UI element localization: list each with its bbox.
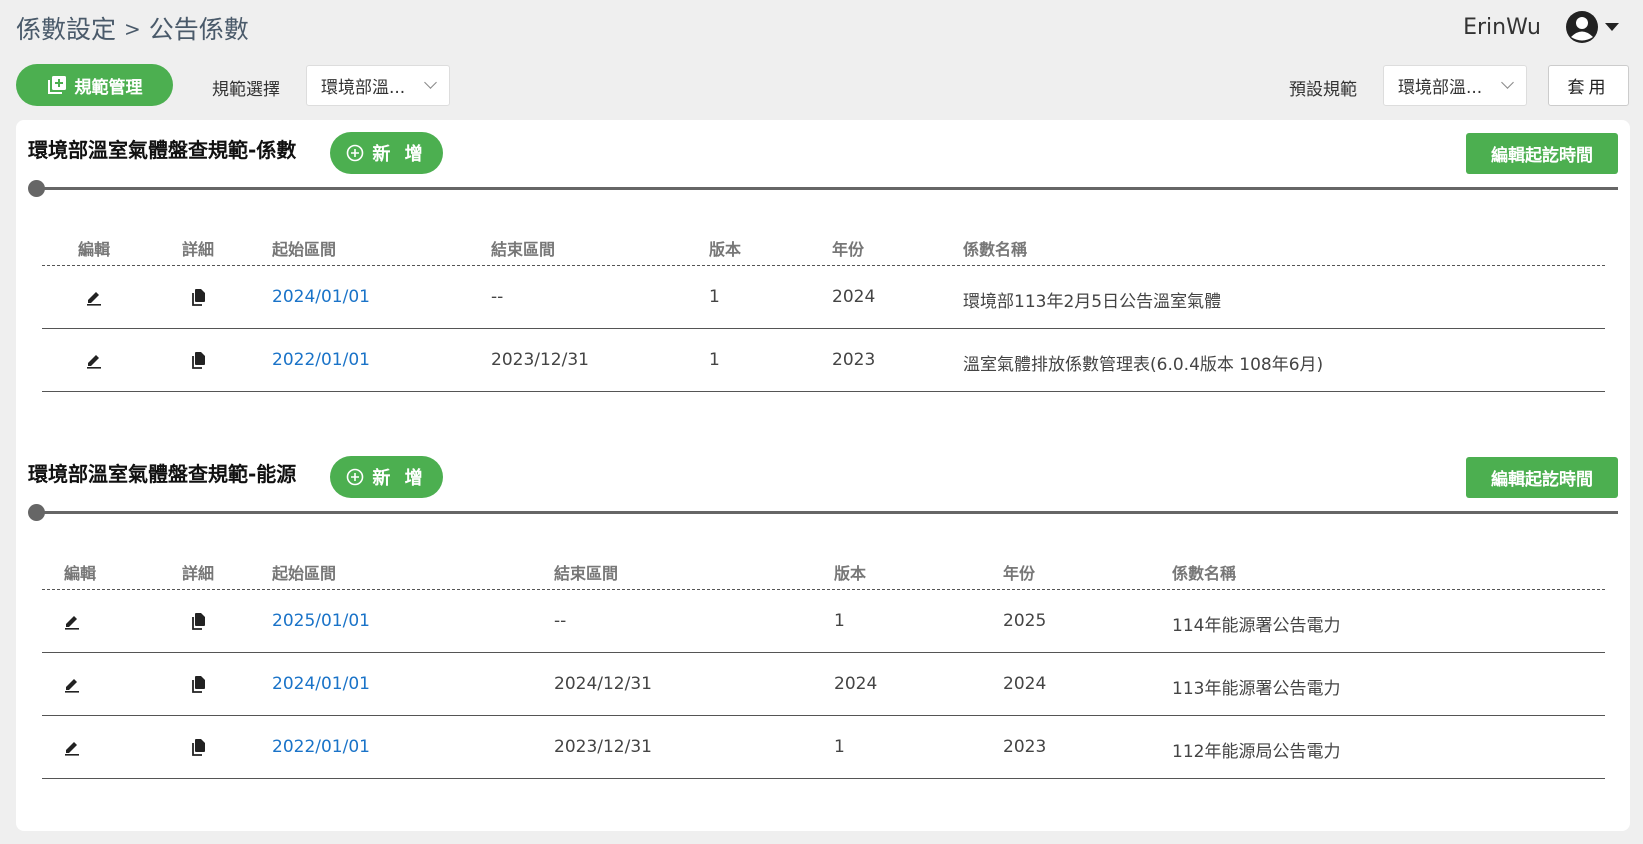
column-header: 年份 [832, 240, 865, 259]
pencil-icon[interactable] [85, 288, 103, 306]
chevron-down-icon [424, 76, 437, 89]
add-button[interactable]: 新 增 [330, 132, 443, 174]
version: 2024 [834, 674, 878, 694]
version: 1 [709, 287, 720, 307]
main-panel: 環境部溫室氣體盤查規範-係數 新 增 編輯起訖時間 編輯 詳細 起始區間 結束區… [16, 120, 1630, 831]
table-row: 2022/01/01 2023/12/31 1 2023 112年能源局公告電力 [42, 716, 1605, 779]
header: 係數設定 > 公告係數 ErinWu [0, 0, 1643, 60]
start-date-link[interactable]: 2024/01/01 [272, 287, 370, 307]
column-header: 版本 [709, 240, 742, 259]
year: 2025 [1003, 611, 1047, 631]
start-date-link[interactable]: 2024/01/01 [272, 674, 370, 694]
pencil-icon[interactable] [63, 738, 81, 756]
version: 1 [834, 737, 845, 757]
breadcrumb: 係數設定 > 公告係數 [16, 10, 249, 46]
table-row: 2022/01/01 2023/12/31 1 2023 溫室氣體排放係數管理表… [42, 329, 1605, 392]
user-circle-icon[interactable] [1565, 10, 1599, 44]
add-button-label: 新 增 [372, 468, 427, 489]
table-header: 編輯 詳細 起始區間 結束區間 版本 年份 係數名稱 [42, 550, 1605, 590]
start-date-link[interactable]: 2025/01/01 [272, 611, 370, 631]
coefficient-name: 環境部113年2月5日公告溫室氣體 [963, 292, 1222, 312]
rule-select-label: 規範選擇 [212, 80, 280, 100]
plus-circle-icon [347, 144, 364, 162]
end-date: -- [554, 611, 567, 631]
energy-table: 編輯 詳細 起始區間 結束區間 版本 年份 係數名稱 2025/01/01 --… [42, 550, 1605, 779]
rule-select-value: 環境部溫... [321, 78, 406, 98]
end-date: -- [491, 287, 504, 307]
coefficient-name: 113年能源署公告電力 [1172, 679, 1341, 699]
table-row: 2024/01/01 -- 1 2024 環境部113年2月5日公告溫室氣體 [42, 266, 1605, 329]
version: 1 [834, 611, 845, 631]
start-date-link[interactable]: 2022/01/01 [272, 350, 370, 370]
column-header: 版本 [834, 564, 867, 583]
column-header: 結束區間 [554, 564, 619, 583]
copy-icon[interactable] [190, 675, 208, 693]
year: 2023 [1003, 737, 1047, 757]
start-date-link[interactable]: 2022/01/01 [272, 737, 370, 757]
user-menu[interactable]: ErinWu [1463, 8, 1619, 46]
column-header: 編輯 [64, 564, 97, 583]
default-rule-label: 預設規範 [1289, 80, 1357, 100]
edit-time-range-button[interactable]: 編輯起訖時間 [1466, 457, 1618, 498]
copy-icon[interactable] [190, 351, 208, 369]
timeline-handle[interactable] [28, 504, 45, 521]
default-rule-value: 環境部溫... [1398, 78, 1483, 98]
copy-icon[interactable] [190, 288, 208, 306]
end-date: 2023/12/31 [491, 350, 589, 370]
toolbar: 規範管理 規範選擇 環境部溫... 預設規範 環境部溫... 套用 [0, 64, 1643, 108]
pencil-icon[interactable] [63, 612, 81, 630]
plus-square-icon [47, 76, 66, 94]
section-title: 環境部溫室氣體盤查規範-能源 [28, 462, 297, 486]
timeline-handle[interactable] [28, 180, 45, 197]
end-date: 2024/12/31 [554, 674, 652, 694]
column-header: 詳細 [182, 240, 215, 259]
column-header: 年份 [1003, 564, 1036, 583]
table-row: 2024/01/01 2024/12/31 2024 2024 113年能源署公… [42, 653, 1605, 716]
edit-time-range-button[interactable]: 編輯起訖時間 [1466, 133, 1618, 174]
coefficient-name: 溫室氣體排放係數管理表(6.0.4版本 108年6月) [963, 355, 1324, 375]
add-button[interactable]: 新 增 [330, 456, 443, 498]
pencil-icon[interactable] [85, 351, 103, 369]
year: 2024 [1003, 674, 1047, 694]
column-header: 詳細 [182, 564, 215, 583]
rules-management-button[interactable]: 規範管理 [16, 64, 173, 106]
column-header: 結束區間 [491, 240, 556, 259]
breadcrumb-separator: > [124, 17, 141, 41]
section-title: 環境部溫室氣體盤查規範-係數 [28, 138, 297, 162]
year: 2024 [832, 287, 876, 307]
year: 2023 [832, 350, 876, 370]
chevron-down-icon [1501, 76, 1514, 89]
default-rule-select[interactable]: 環境部溫... [1383, 65, 1527, 106]
breadcrumb-parent[interactable]: 係數設定 [16, 15, 116, 44]
column-header: 編輯 [78, 240, 111, 259]
column-header: 係數名稱 [1172, 564, 1237, 583]
pencil-icon[interactable] [63, 675, 81, 693]
copy-icon[interactable] [190, 612, 208, 630]
coefficient-table: 編輯 詳細 起始區間 結束區間 版本 年份 係數名稱 2024/01/01 --… [42, 226, 1605, 392]
caret-down-icon[interactable] [1605, 23, 1619, 31]
table-header: 編輯 詳細 起始區間 結束區間 版本 年份 係數名稱 [42, 226, 1605, 266]
copy-icon[interactable] [190, 738, 208, 756]
user-name: ErinWu [1463, 14, 1541, 40]
plus-circle-icon [347, 468, 364, 486]
column-header: 起始區間 [272, 240, 337, 259]
rule-select[interactable]: 環境部溫... [306, 65, 450, 106]
column-header: 係數名稱 [963, 240, 1028, 259]
breadcrumb-current: 公告係數 [148, 15, 249, 44]
add-button-label: 新 增 [372, 144, 427, 165]
apply-button[interactable]: 套用 [1548, 65, 1629, 106]
coefficient-name: 112年能源局公告電力 [1172, 742, 1341, 762]
rules-management-label: 規範管理 [74, 77, 143, 98]
version: 1 [709, 350, 720, 370]
table-row: 2025/01/01 -- 1 2025 114年能源署公告電力 [42, 590, 1605, 653]
timeline-track [35, 511, 1618, 514]
end-date: 2023/12/31 [554, 737, 652, 757]
column-header: 起始區間 [272, 564, 337, 583]
coefficient-name: 114年能源署公告電力 [1172, 616, 1341, 636]
timeline-track [35, 187, 1618, 190]
